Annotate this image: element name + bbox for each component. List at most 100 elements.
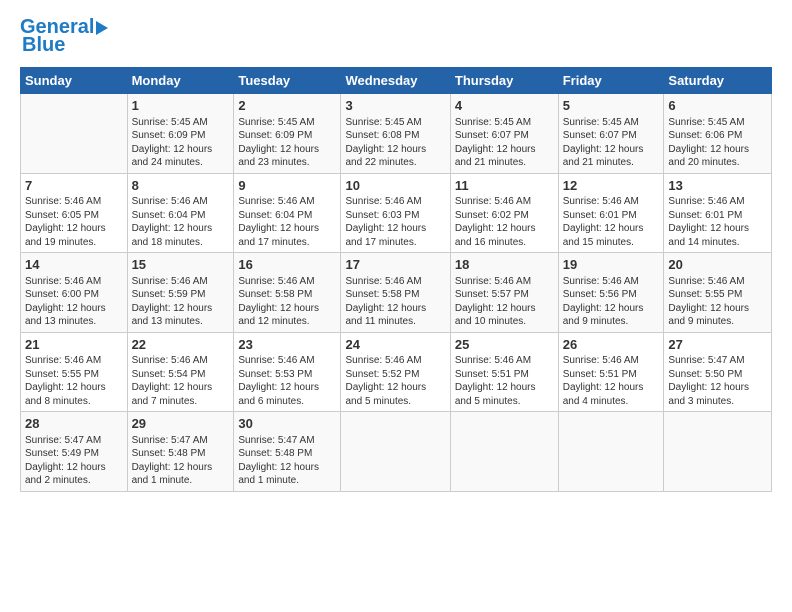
day-number: 18: [455, 256, 554, 274]
day-info: Daylight: 12 hours: [132, 222, 230, 236]
day-cell: 30Sunrise: 5:47 AMSunset: 5:48 PMDayligh…: [234, 412, 341, 492]
day-cell: 26Sunrise: 5:46 AMSunset: 5:51 PMDayligh…: [558, 332, 664, 412]
week-row-2: 7Sunrise: 5:46 AMSunset: 6:05 PMDaylight…: [21, 173, 772, 253]
header-row: SundayMondayTuesdayWednesdayThursdayFrid…: [21, 68, 772, 94]
day-number: 19: [563, 256, 660, 274]
day-info: and 10 minutes.: [455, 315, 554, 329]
day-info: Sunrise: 5:45 AM: [345, 116, 445, 130]
day-number: 29: [132, 415, 230, 433]
day-info: Daylight: 12 hours: [238, 302, 336, 316]
day-number: 13: [668, 177, 767, 195]
day-info: and 13 minutes.: [25, 315, 123, 329]
day-info: Sunrise: 5:46 AM: [238, 195, 336, 209]
day-info: Daylight: 12 hours: [25, 461, 123, 475]
day-number: 14: [25, 256, 123, 274]
day-number: 6: [668, 97, 767, 115]
day-info: Sunrise: 5:45 AM: [238, 116, 336, 130]
day-number: 26: [563, 336, 660, 354]
day-number: 21: [25, 336, 123, 354]
day-info: Sunrise: 5:46 AM: [238, 354, 336, 368]
day-info: Sunset: 6:09 PM: [238, 129, 336, 143]
day-info: Daylight: 12 hours: [25, 302, 123, 316]
week-row-5: 28Sunrise: 5:47 AMSunset: 5:49 PMDayligh…: [21, 412, 772, 492]
day-cell: 29Sunrise: 5:47 AMSunset: 5:48 PMDayligh…: [127, 412, 234, 492]
day-info: and 20 minutes.: [668, 156, 767, 170]
day-info: Sunrise: 5:45 AM: [132, 116, 230, 130]
day-info: Sunrise: 5:46 AM: [25, 275, 123, 289]
day-number: 5: [563, 97, 660, 115]
day-cell: [664, 412, 772, 492]
day-info: Sunset: 5:48 PM: [238, 447, 336, 461]
day-cell: 10Sunrise: 5:46 AMSunset: 6:03 PMDayligh…: [341, 173, 450, 253]
day-info: Sunset: 6:07 PM: [455, 129, 554, 143]
day-info: and 9 minutes.: [563, 315, 660, 329]
day-info: Sunset: 6:01 PM: [668, 209, 767, 223]
day-cell: 6Sunrise: 5:45 AMSunset: 6:06 PMDaylight…: [664, 94, 772, 174]
calendar-table: SundayMondayTuesdayWednesdayThursdayFrid…: [20, 67, 772, 492]
day-number: 27: [668, 336, 767, 354]
day-info: Sunset: 5:49 PM: [25, 447, 123, 461]
day-cell: 19Sunrise: 5:46 AMSunset: 5:56 PMDayligh…: [558, 253, 664, 333]
day-number: 8: [132, 177, 230, 195]
day-info: Sunset: 5:50 PM: [668, 368, 767, 382]
day-info: Sunset: 6:01 PM: [563, 209, 660, 223]
day-info: and 8 minutes.: [25, 395, 123, 409]
day-info: and 15 minutes.: [563, 236, 660, 250]
day-info: and 19 minutes.: [25, 236, 123, 250]
day-info: Sunset: 5:55 PM: [668, 288, 767, 302]
day-info: Sunrise: 5:46 AM: [668, 275, 767, 289]
day-info: Sunrise: 5:46 AM: [455, 354, 554, 368]
day-info: Sunrise: 5:46 AM: [25, 195, 123, 209]
day-cell: 7Sunrise: 5:46 AMSunset: 6:05 PMDaylight…: [21, 173, 128, 253]
day-cell: 15Sunrise: 5:46 AMSunset: 5:59 PMDayligh…: [127, 253, 234, 333]
day-info: Daylight: 12 hours: [345, 302, 445, 316]
day-cell: 2Sunrise: 5:45 AMSunset: 6:09 PMDaylight…: [234, 94, 341, 174]
day-number: 2: [238, 97, 336, 115]
day-info: Sunrise: 5:46 AM: [563, 354, 660, 368]
day-info: Daylight: 12 hours: [25, 381, 123, 395]
col-header-friday: Friday: [558, 68, 664, 94]
day-info: Sunrise: 5:46 AM: [132, 275, 230, 289]
day-cell: 12Sunrise: 5:46 AMSunset: 6:01 PMDayligh…: [558, 173, 664, 253]
day-info: Sunrise: 5:46 AM: [132, 354, 230, 368]
day-info: Daylight: 12 hours: [132, 143, 230, 157]
day-info: and 13 minutes.: [132, 315, 230, 329]
day-number: 15: [132, 256, 230, 274]
day-number: 7: [25, 177, 123, 195]
day-info: Daylight: 12 hours: [345, 222, 445, 236]
day-info: and 9 minutes.: [668, 315, 767, 329]
day-cell: 25Sunrise: 5:46 AMSunset: 5:51 PMDayligh…: [450, 332, 558, 412]
day-number: 24: [345, 336, 445, 354]
day-info: and 18 minutes.: [132, 236, 230, 250]
day-info: Daylight: 12 hours: [455, 143, 554, 157]
col-header-tuesday: Tuesday: [234, 68, 341, 94]
day-number: 28: [25, 415, 123, 433]
day-info: and 17 minutes.: [345, 236, 445, 250]
col-header-monday: Monday: [127, 68, 234, 94]
day-info: Sunset: 6:07 PM: [563, 129, 660, 143]
day-info: Sunset: 5:58 PM: [238, 288, 336, 302]
week-row-4: 21Sunrise: 5:46 AMSunset: 5:55 PMDayligh…: [21, 332, 772, 412]
day-info: and 14 minutes.: [668, 236, 767, 250]
day-info: Daylight: 12 hours: [668, 222, 767, 236]
day-info: Sunset: 6:00 PM: [25, 288, 123, 302]
day-info: Daylight: 12 hours: [563, 222, 660, 236]
day-number: 23: [238, 336, 336, 354]
day-info: Sunset: 5:55 PM: [25, 368, 123, 382]
day-number: 30: [238, 415, 336, 433]
day-info: Daylight: 12 hours: [455, 381, 554, 395]
day-cell: 16Sunrise: 5:46 AMSunset: 5:58 PMDayligh…: [234, 253, 341, 333]
day-info: Sunset: 6:03 PM: [345, 209, 445, 223]
day-info: Sunset: 5:59 PM: [132, 288, 230, 302]
day-info: and 21 minutes.: [563, 156, 660, 170]
day-number: 25: [455, 336, 554, 354]
day-cell: 13Sunrise: 5:46 AMSunset: 6:01 PMDayligh…: [664, 173, 772, 253]
col-header-thursday: Thursday: [450, 68, 558, 94]
day-info: Daylight: 12 hours: [668, 143, 767, 157]
day-info: and 3 minutes.: [668, 395, 767, 409]
day-info: Sunrise: 5:46 AM: [455, 275, 554, 289]
day-info: Sunset: 5:58 PM: [345, 288, 445, 302]
day-info: and 1 minute.: [132, 474, 230, 488]
day-info: Daylight: 12 hours: [563, 143, 660, 157]
day-cell: [450, 412, 558, 492]
